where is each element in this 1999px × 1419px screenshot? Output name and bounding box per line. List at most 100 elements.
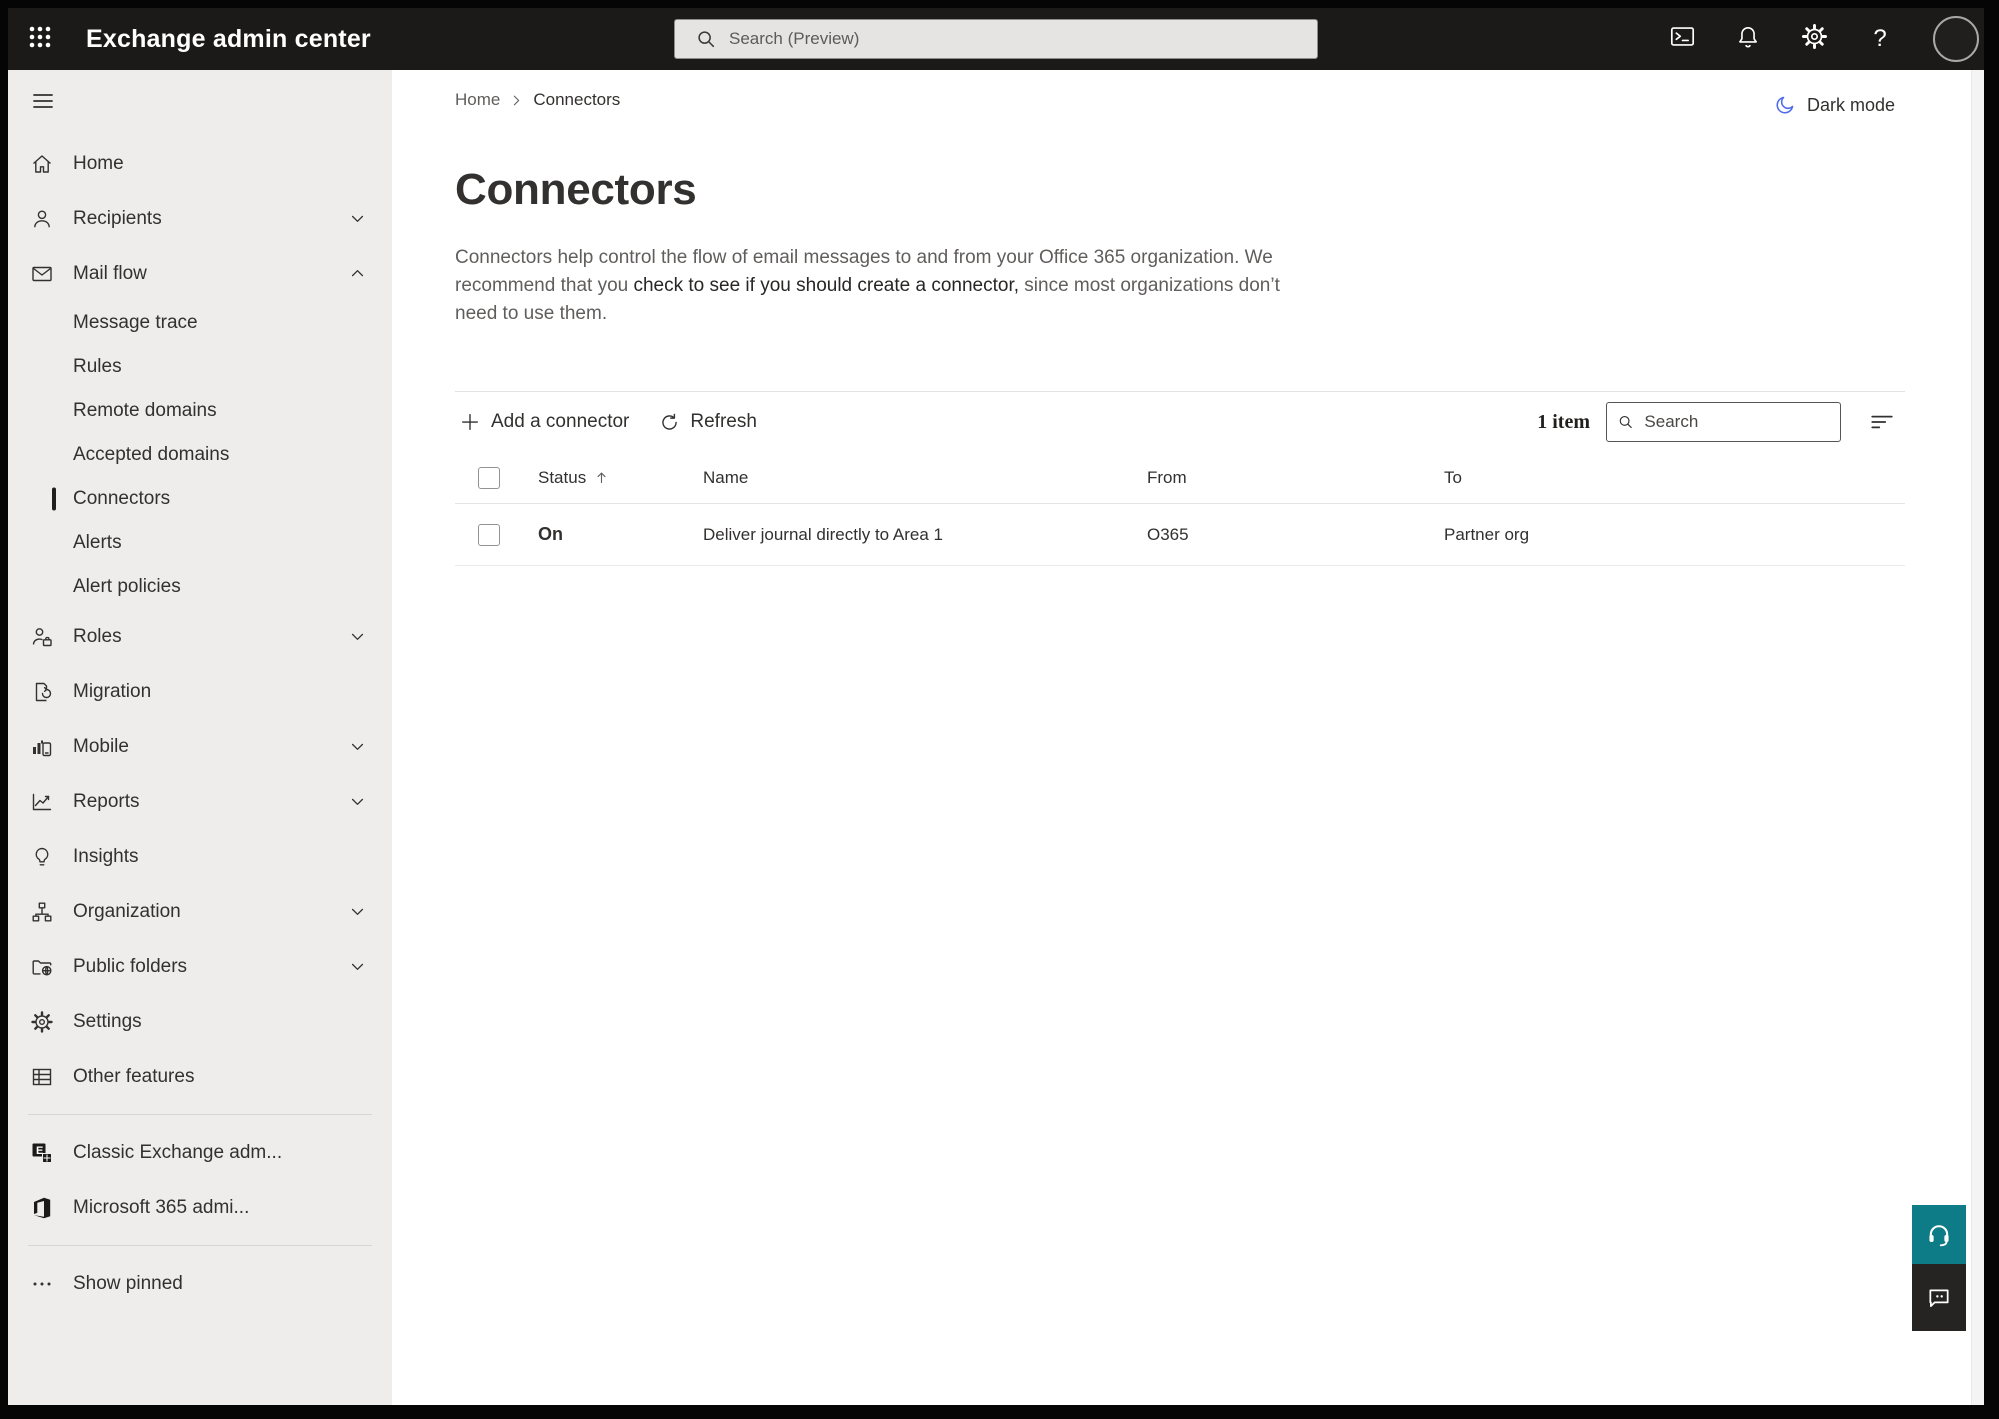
sidebar-item-organization[interactable]: Organization xyxy=(8,884,392,939)
sidebar-item-mail-flow[interactable]: Mail flow xyxy=(8,246,392,301)
sidebar-item-message-trace[interactable]: Message trace xyxy=(8,301,392,345)
sidebar-item-show-pinned[interactable]: Show pinned xyxy=(8,1256,392,1311)
breadcrumb: Home Connectors xyxy=(392,70,1984,110)
dark-mode-toggle[interactable]: Dark mode xyxy=(1774,94,1895,116)
sidebar-item-label: Accepted domains xyxy=(73,444,230,465)
table-row[interactable]: On Deliver journal directly to Area 1 O3… xyxy=(455,504,1905,566)
sidebar-item-label: Microsoft 365 admi... xyxy=(73,1196,250,1218)
sort-ascending-icon xyxy=(594,469,609,486)
settings-button[interactable] xyxy=(1801,24,1827,52)
app-title: Exchange admin center xyxy=(86,24,371,53)
sidebar-item-label: Reports xyxy=(73,790,140,812)
feedback-button[interactable] xyxy=(1912,1264,1966,1331)
sidebar-item-label: Classic Exchange adm... xyxy=(73,1141,283,1163)
chat-bubble-icon xyxy=(1926,1285,1952,1311)
chevron-down-icon xyxy=(349,903,366,920)
bell-icon xyxy=(1735,24,1761,55)
connectors-table: Status Name From To On Deliver journal d… xyxy=(455,452,1905,566)
dark-mode-label: Dark mode xyxy=(1806,94,1895,115)
sidebar-item-label: Migration xyxy=(73,680,152,702)
sidebar-item-mobile[interactable]: Mobile xyxy=(8,719,392,774)
refresh-button[interactable]: Refresh xyxy=(655,405,761,439)
column-header-status[interactable]: Status xyxy=(538,468,703,488)
org-chart-icon xyxy=(30,900,54,924)
global-search-input[interactable] xyxy=(729,29,1305,49)
help-button[interactable]: ? xyxy=(1867,25,1893,52)
sidebar-item-label: Show pinned xyxy=(73,1272,183,1294)
gear-icon xyxy=(30,1010,54,1034)
account-avatar[interactable] xyxy=(1933,16,1979,62)
breadcrumb-home-link[interactable]: Home xyxy=(455,90,500,110)
vertical-scrollbar[interactable] xyxy=(1971,70,1984,1405)
column-header-name[interactable]: Name xyxy=(703,468,1147,488)
sidebar-item-alerts[interactable]: Alerts xyxy=(8,521,392,565)
sidebar-item-recipients[interactable]: Recipients xyxy=(8,191,392,246)
folder-globe-icon xyxy=(30,955,54,979)
sidebar-item-label: Home xyxy=(73,152,124,174)
person-icon xyxy=(30,207,54,231)
breadcrumb-current: Connectors xyxy=(533,90,621,109)
description-link[interactable]: check to see if you should create a conn… xyxy=(633,275,1019,296)
sidebar-item-accepted-domains[interactable]: Accepted domains xyxy=(8,433,392,477)
filter-lines-icon xyxy=(1871,415,1893,429)
microsoft-365-logo-icon xyxy=(30,1196,54,1220)
envelope-icon xyxy=(30,262,54,286)
column-label: From xyxy=(1147,467,1187,487)
sidebar-item-remote-domains[interactable]: Remote domains xyxy=(8,389,392,433)
select-all-checkbox[interactable] xyxy=(478,466,500,489)
table-grid-icon xyxy=(30,1065,54,1089)
chevron-down-icon xyxy=(349,738,366,755)
moon-icon xyxy=(1774,94,1796,116)
search-icon xyxy=(698,31,715,48)
collapse-nav-button[interactable] xyxy=(30,90,56,116)
sidebar-item-label: Organization xyxy=(73,900,181,922)
add-connector-button[interactable]: Add a connector xyxy=(455,405,633,439)
column-header-to[interactable]: To xyxy=(1444,468,1905,488)
help-support-button[interactable] xyxy=(1912,1205,1966,1264)
sidebar-item-public-folders[interactable]: Public folders xyxy=(8,939,392,994)
chevron-down-icon xyxy=(349,958,366,975)
app-launcher-button[interactable] xyxy=(8,8,72,70)
sidebar-item-microsoft-365-admin[interactable]: Microsoft 365 admi... xyxy=(8,1180,392,1235)
sidebar-item-label: Connectors xyxy=(73,488,171,509)
left-navigation: Home Recipients Mail flow Message trace … xyxy=(8,70,392,1405)
sidebar-item-rules[interactable]: Rules xyxy=(8,345,392,389)
list-search-input[interactable] xyxy=(1644,412,1830,432)
global-search-box[interactable] xyxy=(674,19,1318,59)
page-title: Connectors xyxy=(455,165,697,214)
list-search-box[interactable] xyxy=(1606,402,1841,442)
filter-sort-button[interactable] xyxy=(1869,409,1895,435)
sidebar-item-settings[interactable]: Settings xyxy=(8,994,392,1049)
sidebar-item-other-features[interactable]: Other features xyxy=(8,1049,392,1104)
classic-exchange-logo-icon: E xyxy=(30,1141,54,1165)
sidebar-item-insights[interactable]: Insights xyxy=(8,829,392,884)
row-checkbox[interactable] xyxy=(478,523,500,546)
sidebar-item-connectors-selected[interactable]: Connectors xyxy=(8,477,392,521)
cloud-shell-button[interactable] xyxy=(1669,26,1695,52)
notifications-button[interactable] xyxy=(1735,26,1761,52)
sidebar-item-roles[interactable]: Roles xyxy=(8,609,392,664)
search-icon xyxy=(1619,415,1632,429)
row-name[interactable]: Deliver journal directly to Area 1 xyxy=(703,525,1147,545)
sidebar-item-alert-policies[interactable]: Alert policies xyxy=(8,565,392,609)
sidebar-item-label: Mobile xyxy=(73,735,129,757)
row-status: On xyxy=(538,524,563,544)
topbar-icon-group: ? xyxy=(1669,8,1979,70)
sidebar-item-home[interactable]: Home xyxy=(8,136,392,191)
support-widget xyxy=(1912,1205,1966,1331)
hamburger-icon xyxy=(31,89,55,118)
lightbulb-icon xyxy=(30,845,54,869)
sidebar-item-classic-exchange-admin[interactable]: E Classic Exchange adm... xyxy=(8,1125,392,1180)
chevron-up-icon xyxy=(349,265,366,282)
sidebar-item-label: Remote domains xyxy=(73,400,217,421)
top-app-bar: Exchange admin center Search (Preview) ? xyxy=(8,8,1984,70)
sidebar-item-migration[interactable]: Migration xyxy=(8,664,392,719)
breadcrumb-chevron-icon xyxy=(510,94,523,107)
item-count: 1 item xyxy=(1537,410,1590,433)
refresh-label: Refresh xyxy=(690,411,757,432)
sidebar-item-label: Message trace xyxy=(73,312,198,333)
sidebar-item-reports[interactable]: Reports xyxy=(8,774,392,829)
line-chart-icon xyxy=(30,790,54,814)
column-header-from[interactable]: From xyxy=(1147,468,1444,488)
column-label: Status xyxy=(538,467,587,487)
